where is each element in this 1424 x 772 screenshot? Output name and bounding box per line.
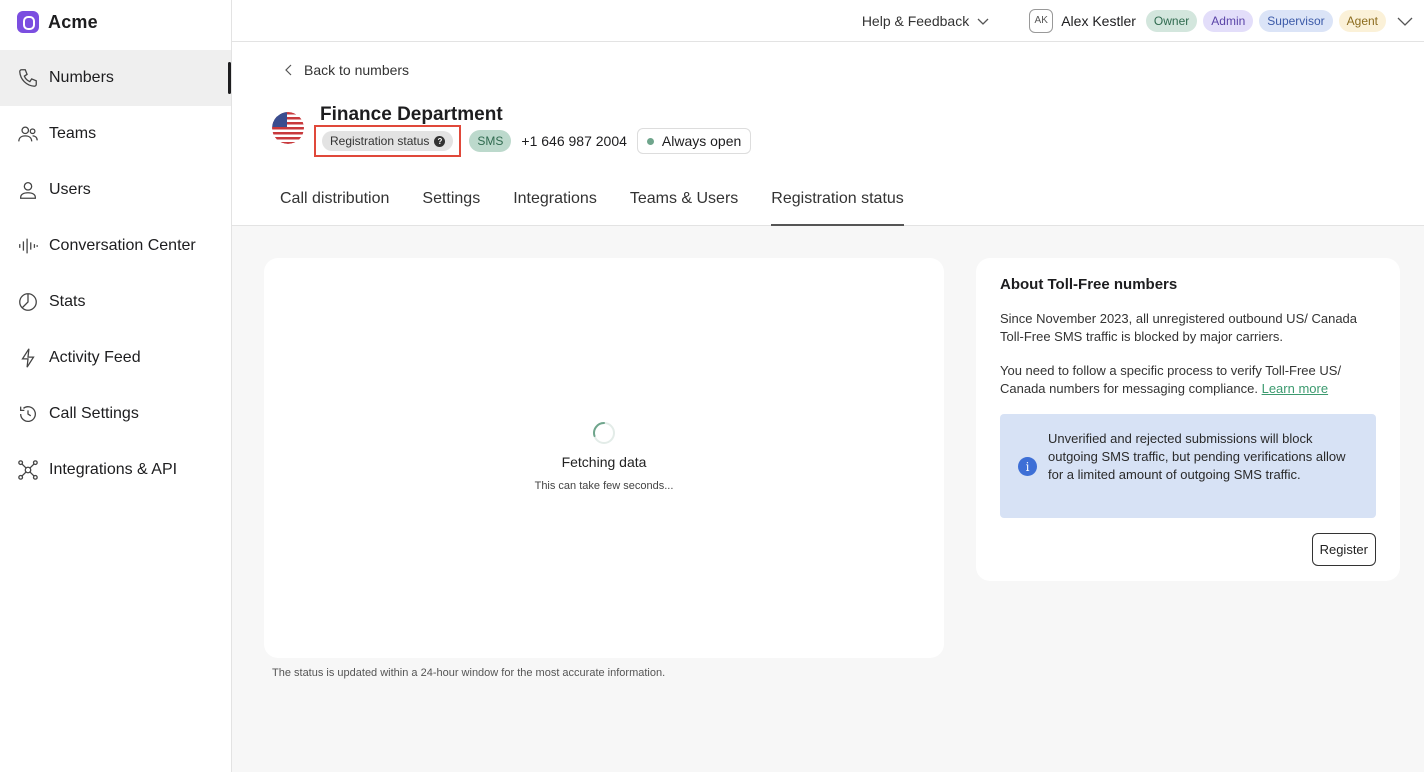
sidebar-item-label: Users xyxy=(49,181,91,198)
role-badge-owner: Owner xyxy=(1145,9,1198,32)
tab-settings[interactable]: Settings xyxy=(422,180,480,226)
page-title: Finance Department xyxy=(320,104,503,125)
tab-registration-status[interactable]: Registration status xyxy=(771,180,904,226)
back-to-numbers-link[interactable]: Back to numbers xyxy=(284,62,409,78)
help-question-icon: ? xyxy=(434,135,446,147)
back-label: Back to numbers xyxy=(304,62,410,78)
register-button[interactable]: Register xyxy=(1311,533,1376,566)
sidebar-item-label: Activity Feed xyxy=(49,349,141,366)
brand[interactable]: Acme xyxy=(0,0,231,44)
sms-badge: SMS xyxy=(469,130,512,152)
registration-status-panel: Fetching data This can take few seconds.… xyxy=(264,258,944,658)
tab-teams-users[interactable]: Teams & Users xyxy=(630,180,738,226)
chevron-down-icon xyxy=(977,18,989,25)
registration-status-label: Registration status xyxy=(330,134,430,148)
status-dot-icon xyxy=(646,137,654,145)
registration-status-highlight: Registration status ? xyxy=(314,125,462,157)
teams-icon xyxy=(17,123,39,145)
availability-badge: Always open xyxy=(636,128,752,154)
waveform-icon xyxy=(17,235,39,257)
chevron-down-icon[interactable] xyxy=(1396,12,1414,30)
role-badge-agent: Agent xyxy=(1338,9,1386,32)
number-header: Back to numbers Finance Department Regis… xyxy=(232,42,1424,226)
registration-status-chip[interactable]: Registration status ? xyxy=(322,131,454,151)
about-paragraph-2: You need to follow a specific process to… xyxy=(1000,362,1376,398)
acme-logo-icon xyxy=(17,11,39,33)
sidebar-item-integrations-api[interactable]: Integrations & API xyxy=(0,442,231,498)
availability-label: Always open xyxy=(661,133,742,149)
top-bar: Help & Feedback AK Alex Kestler Owner Ad… xyxy=(232,0,1424,42)
network-icon xyxy=(17,459,39,481)
sidebar-item-stats[interactable]: Stats xyxy=(0,274,231,330)
info-callout: i Unverified and rejected submissions wi… xyxy=(1000,414,1376,518)
phone-icon xyxy=(17,67,39,89)
user-icon xyxy=(17,179,39,201)
sidebar-item-numbers[interactable]: Numbers xyxy=(0,50,231,106)
avatar: AK xyxy=(1029,8,1054,33)
us-flag-icon xyxy=(272,112,304,144)
sidebar-item-activity-feed[interactable]: Activity Feed xyxy=(0,330,231,386)
help-feedback-menu[interactable]: Help & Feedback xyxy=(862,13,989,29)
sidebar-item-teams[interactable]: Teams xyxy=(0,106,231,162)
about-toll-free-card: About Toll-Free numbers Since November 2… xyxy=(976,258,1400,581)
about-paragraph-1: Since November 2023, all unregistered ou… xyxy=(1000,311,1358,344)
sidebar-item-label: Numbers xyxy=(49,69,114,86)
tab-integrations[interactable]: Integrations xyxy=(513,180,597,226)
number-tabs: Call distribution Settings Integrations … xyxy=(280,180,904,226)
help-feedback-label: Help & Feedback xyxy=(861,12,970,29)
info-callout-text: Unverified and rejected submissions will… xyxy=(1048,431,1346,482)
sidebar-item-label: Teams xyxy=(49,125,97,142)
sidebar-item-call-settings[interactable]: Call Settings xyxy=(0,386,231,442)
sidebar-item-conversation-center[interactable]: Conversation Center xyxy=(0,218,231,274)
sidebar-item-users[interactable]: Users xyxy=(0,162,231,218)
info-icon: i xyxy=(1018,457,1037,476)
bolt-icon xyxy=(17,347,39,369)
fetching-title: Fetching data xyxy=(561,454,647,470)
sidebar-item-label: Call Settings xyxy=(49,405,139,422)
sidebar-nav: Numbers Teams Users Conversation Center … xyxy=(0,50,231,498)
sidebar: Acme Numbers Teams Users Conversation Ce… xyxy=(0,0,232,772)
sidebar-item-label: Stats xyxy=(49,293,86,310)
fetching-subtitle: This can take few seconds... xyxy=(534,480,674,492)
user-name: Alex Kestler xyxy=(1061,12,1136,29)
sidebar-item-label: Conversation Center xyxy=(49,237,196,254)
role-badge-supervisor: Supervisor xyxy=(1259,9,1333,32)
clock-settings-icon xyxy=(17,403,39,425)
user-menu[interactable]: AK Alex Kestler Owner Admin Supervisor A… xyxy=(1029,8,1414,33)
sidebar-item-label: Integrations & API xyxy=(49,461,178,478)
number-meta: Registration status ? SMS +1 646 987 200… xyxy=(314,125,752,157)
brand-name: Acme xyxy=(48,11,98,32)
status-footnote: The status is updated within a 24-hour w… xyxy=(272,667,666,679)
tab-call-distribution[interactable]: Call distribution xyxy=(280,180,389,226)
loading-spinner-icon xyxy=(593,422,615,444)
role-badge-admin: Admin xyxy=(1203,9,1254,32)
about-title: About Toll-Free numbers xyxy=(1000,276,1178,293)
pie-chart-icon xyxy=(17,291,39,313)
phone-number: +1 646 987 2004 xyxy=(521,133,627,149)
learn-more-link[interactable]: Learn more xyxy=(1262,381,1328,396)
chevron-left-icon xyxy=(285,64,292,76)
